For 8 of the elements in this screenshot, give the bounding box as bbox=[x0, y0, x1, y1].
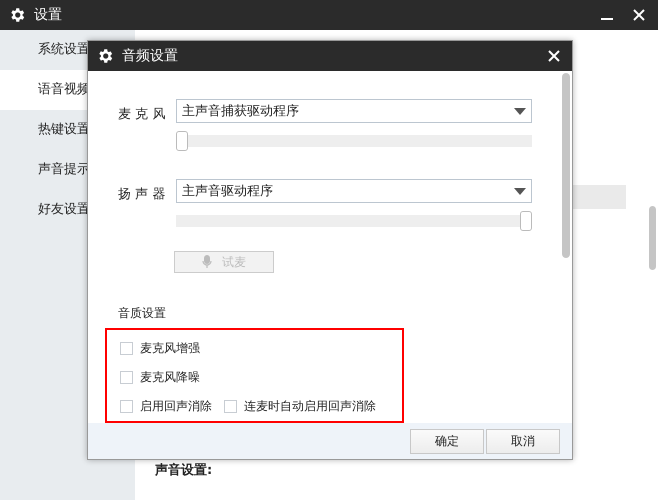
section-title: 声音设置: bbox=[155, 462, 214, 479]
section-title: 音质设置 bbox=[118, 305, 167, 322]
checkbox-label: 麦克风降噪 bbox=[140, 369, 200, 386]
checkbox-label: 麦克风增强 bbox=[140, 340, 200, 357]
window-title: 设置 bbox=[34, 6, 62, 24]
checkbox-label: 连麦时自动启用回声消除 bbox=[244, 398, 376, 415]
checkbox-label: 启用回声消除 bbox=[140, 398, 212, 415]
dialog-title: 音频设置 bbox=[122, 47, 178, 65]
